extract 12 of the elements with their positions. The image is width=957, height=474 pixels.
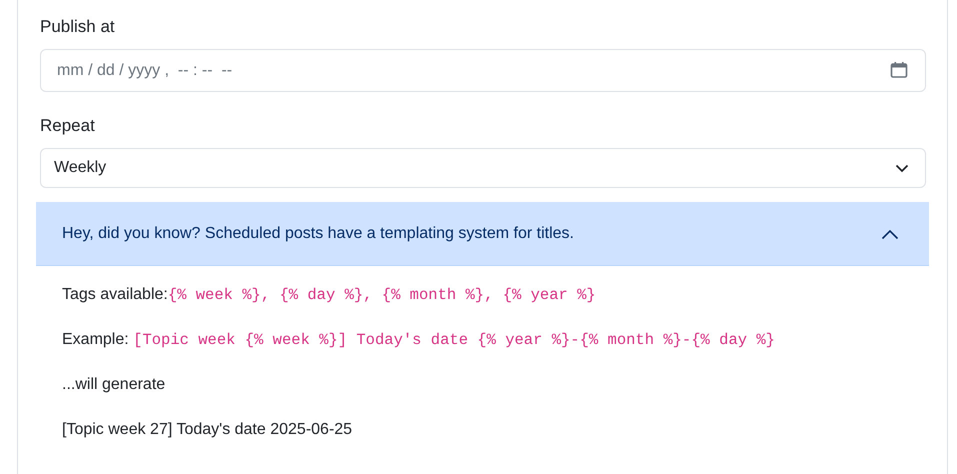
field-label: Publish at xyxy=(40,16,116,38)
paragraph-text: ...will generate xyxy=(62,375,166,395)
repeat-select[interactable]: Weekly xyxy=(40,148,926,188)
field-label: Repeat xyxy=(40,115,96,137)
calendar-icon xyxy=(890,61,908,79)
accordion-header[interactable]: Hey, did you know? Scheduled posts have a templating system for titles. xyxy=(36,202,929,266)
template-line: Tags available:{% week %}, {% day %}, {% month %}, {% year %} xyxy=(62,285,597,306)
chevron-down-icon xyxy=(895,164,909,172)
paragraph-text: [Topic week 27] Today's date 2025-06-25 xyxy=(62,420,354,440)
template-line: Example: [Topic week {% week %}] Today's date {% year %}-{% month %}-{% day %} xyxy=(62,330,776,351)
chevron-up-icon xyxy=(881,228,899,240)
date-input-field[interactable]: mm / dd / yyyy , -- : -- -- xyxy=(40,49,926,92)
